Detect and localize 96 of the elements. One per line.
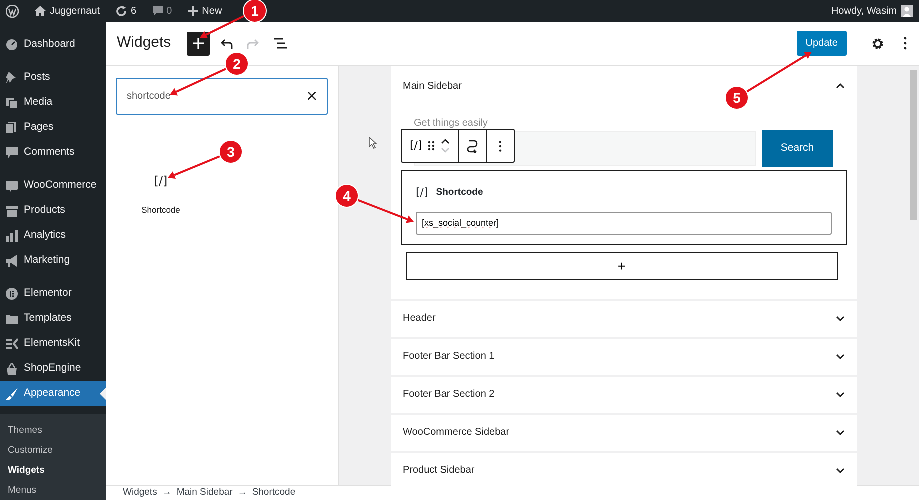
- sidebar-item[interactable]: ElementsKit: [0, 331, 106, 356]
- photos-icon: [6, 96, 18, 108]
- widget-area-title[interactable]: Header: [403, 311, 436, 326]
- submenu-item[interactable]: Menus: [0, 481, 106, 500]
- pushpin-icon: [6, 72, 18, 84]
- kit-logo-icon: [6, 338, 18, 350]
- archive-icon: [6, 204, 18, 216]
- avatar-icon: [901, 5, 913, 17]
- chevron-down-icon: [441, 148, 450, 153]
- sidebar-item[interactable]: Posts: [0, 65, 106, 90]
- account-link[interactable]: Howdy, Wasim: [831, 4, 913, 18]
- sidebar-item[interactable]: WooCommerce: [0, 173, 106, 198]
- speech-bubble-icon: [152, 6, 163, 16]
- widget-area-title[interactable]: Main Sidebar: [403, 78, 462, 94]
- sidebar-item[interactable]: Marketing: [0, 248, 106, 273]
- close-icon: [308, 92, 316, 100]
- plus-icon: [193, 38, 204, 49]
- drag-handle-icon: [428, 141, 436, 151]
- pointer-arrow: [168, 156, 220, 180]
- pointer-arrow: [170, 68, 227, 96]
- kebab-menu-icon: [499, 140, 502, 152]
- breadcrumb-separator: →: [238, 486, 248, 500]
- submenu-item[interactable]: Customize: [0, 441, 106, 461]
- chevron-up-icon: [441, 139, 450, 144]
- undo-icon: [221, 38, 234, 48]
- search-field[interactable]: shortcode: [116, 78, 328, 115]
- sidebar-item[interactable]: Pages: [0, 115, 106, 140]
- round-logo-icon: [6, 288, 18, 300]
- pointer-arrow: [200, 15, 245, 38]
- new-link[interactable]: New: [188, 4, 222, 18]
- widget-heading: Get things easily: [413, 117, 489, 130]
- sidebar-item[interactable]: Dashboard: [0, 32, 106, 57]
- block-type-button[interactable]: [/]: [410, 138, 422, 154]
- settings-icon: [872, 38, 884, 50]
- search-button[interactable]: Search: [762, 130, 833, 167]
- page-title: Widgets: [117, 33, 172, 54]
- widget-area-title[interactable]: WooCommerce Sidebar: [403, 425, 510, 440]
- block-label: Shortcode: [142, 204, 180, 217]
- list-view-icon: [274, 38, 287, 49]
- speech-bubble-icon: [6, 146, 18, 158]
- pointer-arrow: [358, 199, 414, 224]
- widget-area-title[interactable]: Product Sidebar: [403, 463, 475, 478]
- sidebar-item[interactable]: Templates: [0, 306, 106, 331]
- sidebar-item[interactable]: Analytics: [0, 223, 106, 248]
- submenu-item[interactable]: Widgets: [0, 461, 106, 481]
- breadcrumb-link[interactable]: Shortcode: [252, 486, 296, 500]
- breadcrumb-link[interactable]: Widgets: [123, 486, 158, 500]
- sidebar-item[interactable]: Media: [0, 90, 106, 115]
- kebab-menu-icon: [904, 37, 906, 50]
- sidebar-item[interactable]: Appearance: [0, 381, 106, 406]
- widget-area-title[interactable]: Footer Bar Section 2: [403, 387, 495, 402]
- move-up-button[interactable]: [441, 139, 450, 144]
- mouse-pointer-icon: [369, 137, 377, 149]
- add-block-button[interactable]: +: [406, 252, 838, 280]
- updates-link[interactable]: 6: [116, 4, 137, 18]
- sidebar-item[interactable]: Elementor: [0, 281, 106, 306]
- shortcode-input[interactable]: [xs_social_counter]: [416, 212, 832, 234]
- store-icon: [6, 180, 18, 192]
- transform-button[interactable]: [467, 140, 478, 152]
- plus-icon: [188, 6, 198, 16]
- home-icon: [35, 6, 46, 16]
- widget-area-title[interactable]: Footer Bar Section 1: [403, 349, 495, 364]
- submenu-item[interactable]: Themes: [0, 421, 106, 441]
- loop-arrow-icon: [467, 140, 478, 152]
- folder-icon: [6, 312, 18, 324]
- pages-icon: [6, 122, 18, 134]
- scrollbar[interactable]: [910, 70, 917, 220]
- sidebar-item[interactable]: ShopEngine: [0, 356, 106, 381]
- refresh-icon: [116, 6, 128, 16]
- wordpress-logo-icon[interactable]: [6, 4, 19, 18]
- brush-icon: [6, 388, 18, 400]
- block-item[interactable]: [/] Shortcode: [131, 171, 191, 218]
- block-title: Shortcode: [436, 186, 484, 200]
- step-number-badge: 4: [336, 185, 358, 207]
- sidebar-item[interactable]: Products: [0, 198, 106, 223]
- redo-icon: [247, 38, 260, 48]
- step-number-badge: 1: [244, 0, 266, 22]
- drag-handle[interactable]: [428, 141, 436, 151]
- bar-chart-icon: [6, 230, 18, 242]
- comments-link[interactable]: 0: [152, 4, 172, 18]
- step-number-badge: 2: [226, 53, 248, 75]
- update-button[interactable]: Update: [796, 31, 847, 56]
- breadcrumb-separator: →: [162, 486, 172, 500]
- add-block-button[interactable]: [187, 32, 210, 56]
- megaphone-icon: [6, 254, 18, 266]
- breadcrumb-link[interactable]: Main Sidebar: [176, 486, 233, 500]
- step-number-badge: 3: [220, 141, 242, 163]
- block-icon-text: [/]: [154, 173, 168, 190]
- step-number-badge: 5: [726, 87, 748, 109]
- basket-icon: [6, 362, 18, 374]
- block-icon-text: [/]: [416, 185, 428, 201]
- sidebar-item[interactable]: Comments: [0, 140, 106, 165]
- site-link[interactable]: Juggernaut: [35, 4, 100, 18]
- pointer-arrow: [746, 52, 812, 93]
- clear-search-button[interactable]: [306, 90, 318, 102]
- dial-icon: [6, 38, 18, 50]
